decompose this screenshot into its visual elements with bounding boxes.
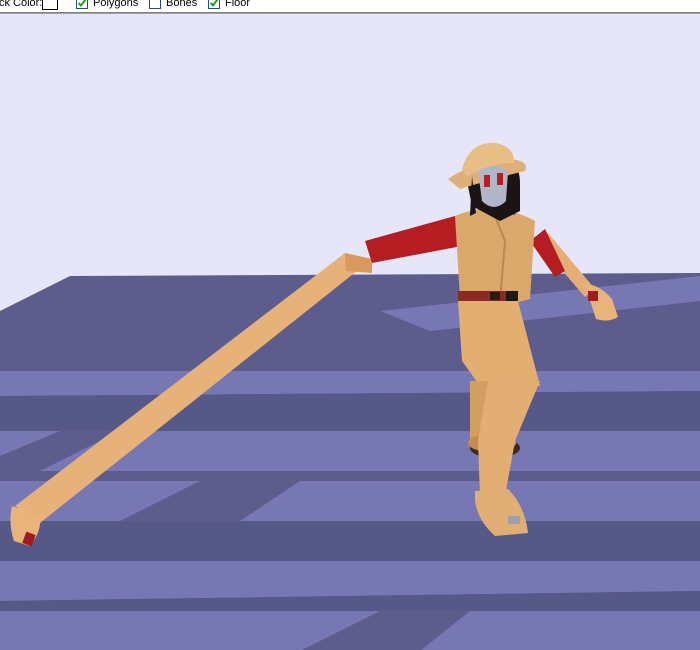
bones-checkbox[interactable] xyxy=(149,0,161,9)
3d-viewport[interactable] xyxy=(0,13,700,650)
back-color-label: ck Color: xyxy=(0,0,43,9)
3d-scene xyxy=(0,14,700,650)
view-options-toolbar: ck Color: Polygons Bones Floor xyxy=(0,0,700,13)
polygons-checkbox[interactable] xyxy=(76,0,88,9)
back-color-swatch[interactable] xyxy=(42,0,58,10)
polygons-label: Polygons xyxy=(93,0,139,9)
face xyxy=(478,166,508,207)
bones-label: Bones xyxy=(166,0,198,9)
floor-checkbox[interactable] xyxy=(208,0,220,9)
torso xyxy=(455,208,535,304)
floor-label: Floor xyxy=(225,0,251,9)
check-icon xyxy=(209,0,219,8)
check-icon xyxy=(77,0,87,8)
